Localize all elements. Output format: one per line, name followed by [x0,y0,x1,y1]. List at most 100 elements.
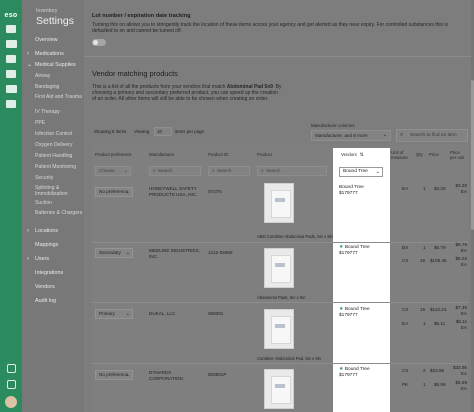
sidebar-item-locations[interactable]: › Locations [22,226,84,237]
vendor-filter-select[interactable]: Bound Tree ⌄ [339,167,383,177]
app-logo: eso [4,12,18,19]
col-manufacturer[interactable]: Manufacturer [149,152,174,157]
clipboard-icon[interactable] [5,85,17,93]
vendor-entry[interactable]: ★ Bound Tree $179777 [339,244,370,257]
lot-tracking-title: Lot number / expiration date tracking [92,13,191,19]
vendor-entry[interactable]: ★ Bound Tree $179777 [339,306,370,319]
filter-value: Bound Tree [343,169,368,174]
preference-select[interactable]: Primary ⌄ [95,309,133,319]
avatar[interactable] [5,396,17,408]
sidebar-item-label: Locations [35,228,59,234]
sidebar-subitem-splinting[interactable]: Splinting & Immobilization [22,184,84,198]
sidebar-item-mappings[interactable]: Mappings [22,240,84,251]
vendor-name: Bound Tree [339,185,364,190]
sidebar-subitem-batteries[interactable]: Batteries & Chargers [22,209,84,223]
search-input[interactable]: ⌕ Search to find an item [396,129,468,142]
manufacturer-cell: MEDLINE INDUSTRIES, INC. [149,248,200,259]
manufacturer-filter[interactable]: ⌕ Search [149,166,201,176]
col-product[interactable]: Product [257,152,272,157]
sidebar-subitem-airway[interactable]: Airway [22,71,84,82]
document-icon[interactable] [6,55,16,63]
sidebar-subitem-iv-therapy[interactable]: IV Therapy [22,107,84,118]
col-price[interactable]: Price [429,152,439,157]
vendor-entry[interactable]: Bound Tree $179777 [339,185,364,197]
sidebar-item-vendors[interactable]: Vendors [22,282,84,293]
manufacturer-cell: DYNAREX CORPORATION [149,370,183,381]
lot-tracking-description: Turning this on allows you to stringentl… [92,22,449,35]
showing-count: Showing 8 items [94,129,127,134]
vendor-matching-description: This is a list of all the products from … [92,84,282,103]
sidebar-item-medical-supplies[interactable]: ⌄ Medical Supplies [22,60,84,71]
vendor-entry[interactable]: ★ Bound Tree $179777 [339,366,370,379]
preference-select[interactable]: No preference ⌄ [95,370,133,380]
sidebar-subitem-ppe[interactable]: PPE [22,118,84,129]
row-divider [92,302,468,303]
select-value: No preference [99,372,129,377]
filter-placeholder: Search [157,168,173,173]
sidebar-subitem-patient-monitoring[interactable]: Patient Monitoring [22,162,84,173]
col-qty[interactable]: Qty [416,152,423,157]
vendor-id: $179777 [339,313,358,318]
qty-cell: 1 [423,382,426,387]
product-name-cell: Abdominal Pads, 5in x 9in [257,295,306,300]
product-filter[interactable]: ⌕ Search [257,166,327,176]
sidebar-subitem-infection-control[interactable]: Infection Control [22,129,84,140]
box-icon[interactable] [5,40,17,48]
grid-icon[interactable] [6,100,16,108]
product-id-filter[interactable]: ⌕ Search [208,166,250,176]
breadcrumb[interactable]: Inventory [36,8,84,14]
wrench-icon[interactable] [6,364,16,373]
star-icon: ★ [339,306,344,312]
search-icon: ⌕ [261,168,264,174]
list-icon[interactable] [6,70,16,78]
product-name-bold: Abdominal Pad 5x9 [226,84,273,90]
vendor-name: Bound Tree [344,245,370,250]
product-id-cell: 065091 [208,311,224,316]
sidebar-subitem-oxygen-delivery[interactable]: Oxygen Delivery [22,140,84,151]
sidebar-subitem-suction[interactable]: Suction [22,198,84,209]
sidebar-item-label: Users [35,256,50,262]
vendor-name: Bound Tree [344,367,370,372]
preference-select[interactable]: Secondary ⌄ [95,248,133,258]
col-vendors[interactable]: Vendors ⇅ [341,152,364,158]
col-product-id[interactable]: Product ID [208,152,228,157]
vendor-name: Bound Tree [344,307,370,312]
col-price-per-unit[interactable]: Price per unit [450,150,465,160]
col-product-preference[interactable]: Product preference [95,152,132,157]
ppu-cell: $33.95 EA [452,365,467,376]
preference-select[interactable]: No preference ⌄ [95,187,133,197]
sidebar-item-label: Integrations [35,270,64,276]
items-per-page-label: items per page [175,129,205,134]
sidebar-item-integrations[interactable]: Integrations [22,268,84,279]
sidebar-nav: Overview › Medications ⌄ Medical Supplies … [22,35,84,307]
sidebar-item-label: Medications [35,51,64,57]
chevron-down-icon: ⌄ [125,250,130,256]
list-icon[interactable] [6,25,16,33]
chevron-down-icon: ⌄ [382,132,387,138]
select-value: Manufacturer, and 8 more [315,133,368,138]
col-unit-of-measure[interactable]: Unit of measure [391,150,409,160]
sidebar-subitem-first-aid[interactable]: First Aid and Trauma [22,93,84,107]
ppu-cell: $6.79 EA [455,242,468,253]
preference-filter[interactable]: Choose ⌄ [95,166,131,176]
sidebar-item-medications[interactable]: › Medications [22,49,84,60]
chevron-right-icon: › [27,51,29,57]
chevron-down-icon: ⌄ [125,189,130,195]
lot-tracking-toggle[interactable] [92,39,106,46]
price-cell: $110.24 [430,307,447,312]
product-id-cell: 003501P [208,372,227,377]
vendor-id: $179777 [339,191,358,196]
sidebar-item-users[interactable]: › Users [22,254,84,265]
vendor-id: $179777 [339,373,358,378]
select-value: Primary [99,311,115,316]
sidebar-item-audit-log[interactable]: Audit log [22,296,84,307]
manufacturer-columns-select[interactable]: Manufacturer, and 8 more ⌄ [311,130,391,141]
sidebar-subitem-security[interactable]: Security [22,173,84,184]
sidebar-item-overview[interactable]: Overview [22,35,84,46]
page-size-select[interactable]: 10 [154,127,172,136]
sidebar-subitem-patient-handling[interactable]: Patient Handling [22,151,84,162]
price-cell: $3.20 [434,186,446,191]
apps-icon[interactable] [6,380,16,389]
qty-cell: 1 [423,245,426,250]
sidebar-subitem-bandaging[interactable]: Bandaging [22,82,84,93]
